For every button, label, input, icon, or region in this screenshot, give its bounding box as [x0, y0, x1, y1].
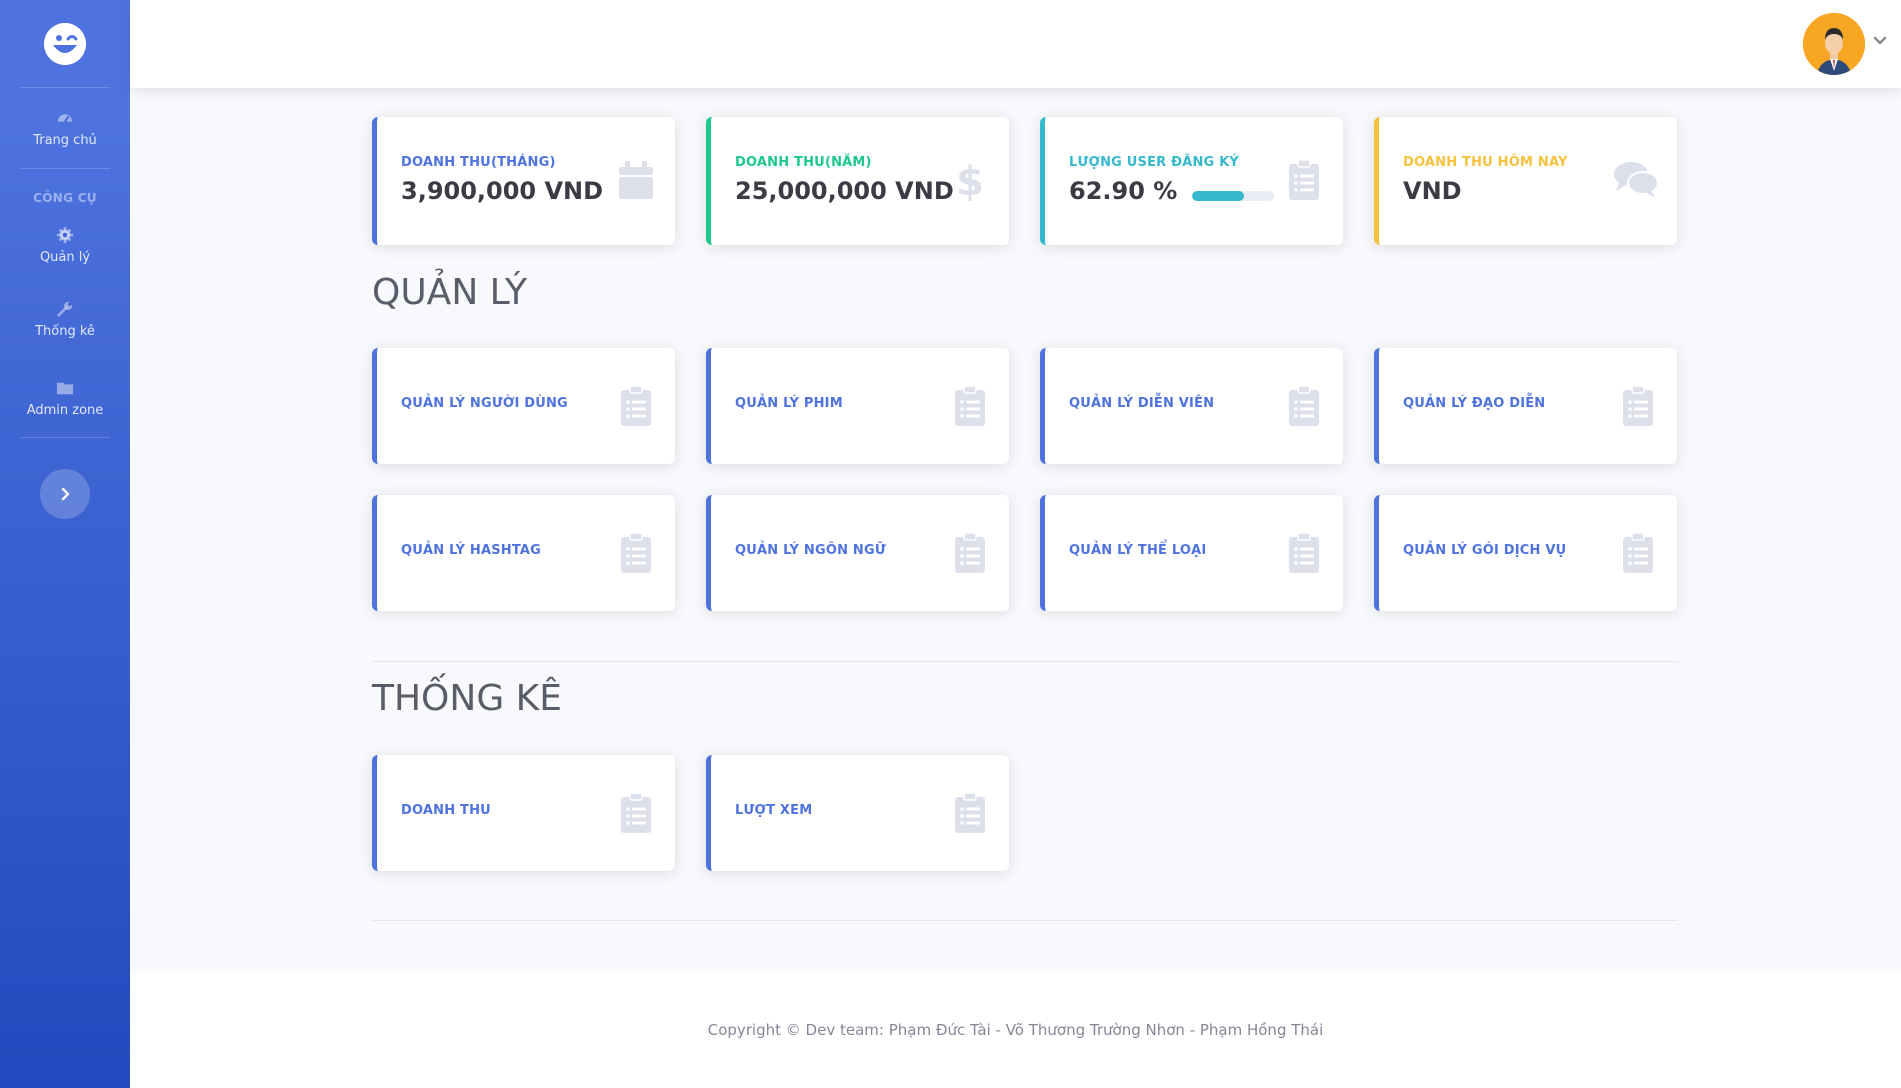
sidebar-item-label: Trang chủ: [33, 132, 97, 148]
svg-text:$: $: [956, 159, 984, 201]
card-label: QUẢN LÝ NGƯỜI DÙNG: [401, 396, 568, 411]
brand[interactable]: [0, 0, 130, 87]
stat-card-today-revenue: DOANH THU HÔM NAY VND: [1374, 117, 1677, 245]
section-title-statistics: THỐNG KÊ: [372, 678, 563, 719]
stat-label: DOANH THU HÔM NAY: [1403, 155, 1568, 170]
stat-card-yearly-revenue: DOANH THU(NĂM) 25,000,000 VND $: [706, 117, 1009, 245]
dollar-icon: $: [956, 159, 984, 201]
stat-label: DOANH THU(NĂM): [735, 155, 872, 170]
card-label: QUẢN LÝ GÓI DỊCH VỤ: [1403, 543, 1567, 558]
sidebar-item-label: Thống kê: [35, 323, 95, 339]
clipboard-list-icon: [1289, 385, 1319, 426]
sidebar-divider: [20, 168, 110, 169]
sidebar-item-label: Quản lý: [39, 249, 91, 265]
chevron-down-icon[interactable]: [1873, 34, 1887, 48]
manage-card[interactable]: QUẢN LÝ NGÔN NGỮ: [706, 495, 1009, 611]
clipboard-list-icon: [621, 385, 651, 426]
clipboard-list-icon: [1623, 385, 1653, 426]
card-label: QUẢN LÝ PHIM: [735, 396, 843, 411]
sidebar: Trang chủ CÔNG CỤ Quản lý Thống kê Admin…: [0, 0, 130, 1088]
comments-icon: [1614, 162, 1659, 198]
manage-card[interactable]: QUẢN LÝ DIỄN VIÊN: [1040, 348, 1343, 464]
card-label: DOANH THU: [401, 803, 491, 818]
footer-copyright: Copyright © Dev team: Phạm Đức Tài - Võ …: [707, 1020, 1324, 1039]
manage-card[interactable]: QUẢN LÝ NGƯỜI DÙNG: [372, 348, 675, 464]
sidebar-heading: CÔNG CỤ: [33, 191, 97, 205]
stat-label: LƯỢNG USER ĐĂNG KÝ: [1069, 155, 1240, 170]
manage-card[interactable]: QUẢN LÝ PHIM: [706, 348, 1009, 464]
clipboard-list-icon: [621, 792, 651, 833]
card-label: QUẢN LÝ HASHTAG: [401, 543, 542, 558]
card-label: QUẢN LÝ DIỄN VIÊN: [1069, 396, 1215, 411]
card-label: QUẢN LÝ ĐẠO DIỄN: [1403, 396, 1546, 411]
sidebar-item-label: Admin zone: [26, 402, 104, 418]
clipboard-list-icon: [1623, 532, 1653, 573]
statistics-card[interactable]: LƯỢT XEM: [706, 755, 1009, 871]
clipboard-list-icon: [1289, 159, 1319, 200]
folder-icon: [56, 382, 74, 394]
sidebar-divider: [20, 437, 110, 438]
clipboard-list-icon: [621, 532, 651, 573]
wrench-icon: [57, 301, 73, 317]
clipboard-list-icon: [955, 532, 985, 573]
calendar-icon: [619, 161, 653, 199]
divider: [372, 920, 1678, 921]
footer: Copyright © Dev team: Phạm Đức Tài - Võ …: [130, 971, 1901, 1088]
chevron-right-icon: [61, 487, 70, 501]
manage-card[interactable]: QUẢN LÝ ĐẠO DIỄN: [1374, 348, 1677, 464]
sidebar-item-statistics[interactable]: Thống kê: [0, 279, 130, 359]
clipboard-list-icon: [1289, 532, 1319, 573]
stat-value: 62.90 %: [1069, 177, 1178, 205]
clipboard-list-icon: [955, 385, 985, 426]
clipboard-list-icon: [955, 792, 985, 833]
card-label: QUẢN LÝ NGÔN NGỮ: [735, 543, 886, 558]
divider: [372, 661, 1678, 662]
stat-card-monthly-revenue: DOANH THU(THÁNG) 3,900,000 VND: [372, 117, 675, 245]
stat-value: VND: [1403, 177, 1462, 205]
tachometer-icon: [57, 113, 73, 122]
wink-smiley-logo-icon[interactable]: [44, 22, 86, 65]
registration-progress-bar: [1192, 191, 1274, 201]
manage-card[interactable]: QUẢN LÝ GÓI DỊCH VỤ: [1374, 495, 1677, 611]
manage-card[interactable]: QUẢN LÝ HASHTAG: [372, 495, 675, 611]
stat-value: 25,000,000 VND: [735, 177, 954, 205]
section-title-manage: QUẢN LÝ: [372, 272, 527, 313]
stat-value: 3,900,000 VND: [401, 177, 604, 205]
card-label: QUẢN LÝ THỂ LOẠI: [1069, 543, 1207, 558]
sidebar-item-manage[interactable]: Quản lý: [0, 211, 130, 279]
statistics-card[interactable]: DOANH THU: [372, 755, 675, 871]
progress-fill: [1192, 191, 1244, 201]
sidebar-toggle-button[interactable]: [40, 469, 90, 519]
gear-icon: [56, 226, 74, 243]
card-label: LƯỢT XEM: [735, 803, 813, 818]
topbar: [130, 0, 1901, 88]
stat-card-user-registration: LƯỢNG USER ĐĂNG KÝ 62.90 %: [1040, 117, 1343, 245]
sidebar-item-home[interactable]: Trang chủ: [0, 88, 130, 168]
manage-card[interactable]: QUẢN LÝ THỂ LOẠI: [1040, 495, 1343, 611]
stat-label: DOANH THU(THÁNG): [401, 155, 556, 170]
sidebar-item-admin-zone[interactable]: Admin zone: [0, 359, 130, 437]
user-avatar[interactable]: [1803, 13, 1865, 75]
